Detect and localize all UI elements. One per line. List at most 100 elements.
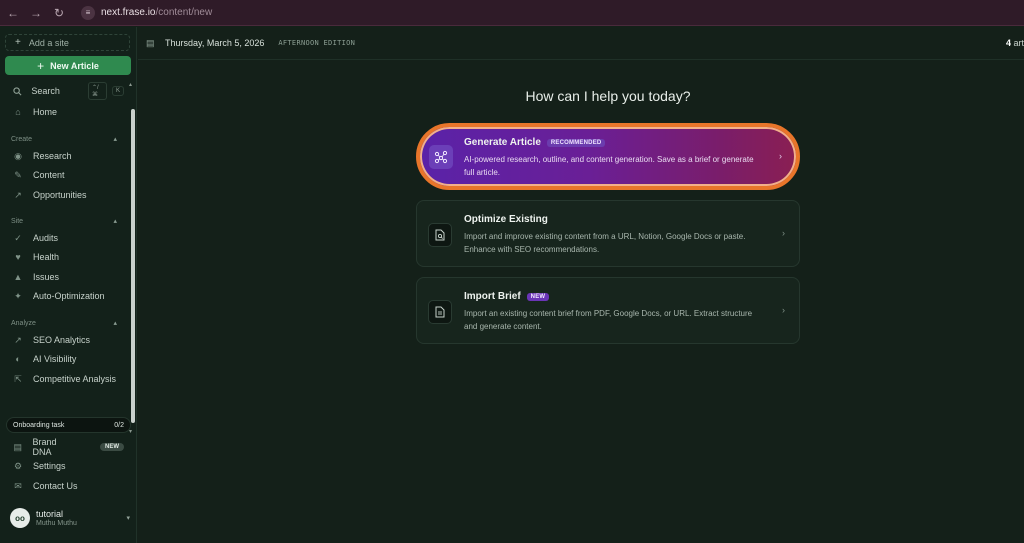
sidebar-item-research[interactable]: ◉ Research: [6, 148, 124, 164]
onboarding-label: Onboarding task: [13, 421, 65, 429]
network-icon: [429, 145, 453, 169]
plus-icon: +: [15, 37, 21, 48]
sidebar-item-label: SEO Analytics: [33, 335, 91, 345]
new-badge: NEW: [100, 443, 124, 451]
warning-icon: ▲: [13, 272, 23, 282]
top-header: ▤ Thursday, March 5, 2026 AFTERNOON EDIT…: [138, 27, 1024, 60]
page-title: How can I help you today?: [525, 88, 691, 104]
onboarding-progress: 0/2: [114, 421, 124, 429]
section-label: Analyze: [11, 319, 36, 327]
sparkle-icon: ✦: [14, 290, 22, 301]
newspaper-icon: ▤: [146, 37, 155, 48]
sidebar-item-issues[interactable]: ▲ Issues: [6, 269, 124, 285]
sidebar-item-label: Audits: [33, 233, 59, 243]
chevron-right-icon: ›: [782, 305, 785, 315]
line-chart-icon: ↗: [14, 334, 22, 345]
mail-icon: ✉: [14, 480, 22, 491]
section-create[interactable]: Create ▴: [11, 135, 117, 144]
home-icon: ⌂: [15, 107, 21, 117]
shortcut-key: K: [111, 86, 124, 96]
address-bar[interactable]: ≡ next.frase.io /content/new: [75, 4, 218, 22]
section-label: Create: [11, 135, 33, 143]
sidebar-item-audits[interactable]: ✓ Audits: [6, 230, 124, 246]
research-icon: ◉: [14, 150, 22, 161]
sidebar-scrollbar[interactable]: [131, 109, 135, 423]
forward-icon[interactable]: →: [26, 3, 46, 23]
chevron-down-icon: ▾: [126, 515, 130, 522]
sidebar-item-label: Opportunities: [33, 190, 87, 200]
sidebar-item-ai-visibility[interactable]: ◐ AI Visibility: [6, 351, 124, 367]
file-search-icon: [428, 223, 452, 247]
sidebar-item-seo-analytics[interactable]: ↗ SEO Analytics: [6, 332, 124, 348]
optimize-existing-card[interactable]: Optimize Existing Import and improve exi…: [416, 200, 800, 267]
sidebar-item-label: Home: [33, 107, 58, 117]
section-site[interactable]: Site ▴: [11, 217, 117, 226]
import-brief-card[interactable]: Import Brief NEW Import an existing cont…: [416, 277, 800, 344]
chevron-up-icon: ▴: [113, 320, 117, 327]
main-content: How can I help you today? Generate Artic…: [138, 61, 1024, 543]
new-badge: NEW: [526, 292, 550, 301]
chevron-right-icon: ›: [782, 228, 785, 238]
sidebar-item-auto-optimization[interactable]: ✦ Auto-Optimization: [6, 288, 124, 304]
file-text-icon: [428, 300, 452, 324]
search-icon: [12, 85, 22, 97]
article-count-number: 4: [1005, 38, 1011, 48]
sidebar-item-brand-dna[interactable]: ▤ Brand DNA NEW: [6, 437, 124, 457]
sidebar-item-label: Contact Us: [33, 481, 78, 491]
card-title: Generate Article: [464, 137, 541, 148]
generate-article-card[interactable]: Generate Article RECOMMENDED AI-powered …: [416, 123, 800, 190]
sidebar-item-label: Competitive Analysis: [33, 374, 117, 384]
onboarding-task[interactable]: Onboarding task 0/2: [6, 417, 131, 433]
sidebar-item-label: Brand DNA: [32, 437, 57, 457]
user-subtitle: Muthu Muthu: [36, 520, 77, 527]
sidebar-item-content[interactable]: ✎ Content: [6, 167, 124, 183]
new-article-button[interactable]: + New Article: [5, 56, 131, 75]
sidebar-item-label: Search: [31, 86, 60, 96]
sidebar-item-opportunities[interactable]: ↗ Opportunities: [6, 187, 124, 203]
sidebar-item-label: AI Visibility: [33, 354, 77, 364]
browser-toolbar: ← → ↻ ≡ next.frase.io /content/new: [0, 0, 1024, 26]
expand-icon: ⇱: [14, 373, 22, 384]
article-count[interactable]: 4 art: [1006, 38, 1024, 48]
user-menu[interactable]: oo tutorial Muthu Muthu ▾: [10, 505, 130, 531]
heart-icon: ♥: [15, 252, 21, 262]
chevron-up-icon: ▴: [113, 218, 117, 225]
sidebar-item-settings[interactable]: ⚙ Settings: [6, 458, 124, 474]
scroll-up-icon[interactable]: ▴: [129, 81, 132, 88]
back-icon[interactable]: ←: [3, 3, 23, 23]
article-count-suffix: art: [1013, 38, 1024, 48]
header-date: Thursday, March 5, 2026: [165, 38, 265, 48]
avatar: oo: [10, 508, 30, 528]
add-site-button[interactable]: + Add a site: [5, 34, 130, 51]
card-description: AI-powered research, outline, and conten…: [464, 155, 754, 177]
sidebar-item-health[interactable]: ♥ Health: [6, 249, 124, 265]
sidebar-item-label: Settings: [33, 461, 66, 471]
sidebar-item-label: Content: [33, 170, 65, 180]
shortcut-key: ⌃/⌘: [87, 82, 107, 100]
site-settings-icon[interactable]: ≡: [81, 5, 95, 20]
new-article-label: New Article: [50, 60, 99, 71]
sidebar-item-label: Auto-Optimization: [33, 291, 105, 301]
sidebar-item-label: Research: [33, 151, 72, 161]
user-name: tutorial: [36, 509, 64, 519]
card-title: Optimize Existing: [464, 214, 548, 225]
sidebar-item-competitive-analysis[interactable]: ⇱ Competitive Analysis: [6, 371, 124, 387]
url-path: /content/new: [155, 7, 213, 18]
section-label: Site: [11, 217, 24, 225]
edition-label: AFTERNOON EDITION: [278, 39, 356, 47]
chevron-up-icon: ▴: [113, 136, 117, 143]
chevron-right-icon: ›: [779, 151, 782, 161]
sidebar-item-contact-us[interactable]: ✉ Contact Us: [6, 478, 124, 494]
url-host: next.frase.io: [101, 7, 156, 18]
document-icon: ▤: [13, 441, 22, 452]
sidebar-item-home[interactable]: ⌂ Home: [6, 104, 124, 120]
sidebar-item-search[interactable]: Search ⌃/⌘ K: [6, 82, 124, 100]
sidebar-item-label: Issues: [33, 272, 60, 282]
card-description: Import an existing content brief from PD…: [464, 309, 753, 331]
sidebar-item-label: Health: [33, 252, 60, 262]
reload-icon[interactable]: ↻: [49, 3, 69, 23]
section-analyze[interactable]: Analyze ▴: [11, 319, 117, 328]
plus-icon: +: [37, 58, 45, 73]
audit-icon: ✓: [14, 232, 22, 243]
pie-icon: ◐: [15, 354, 21, 364]
